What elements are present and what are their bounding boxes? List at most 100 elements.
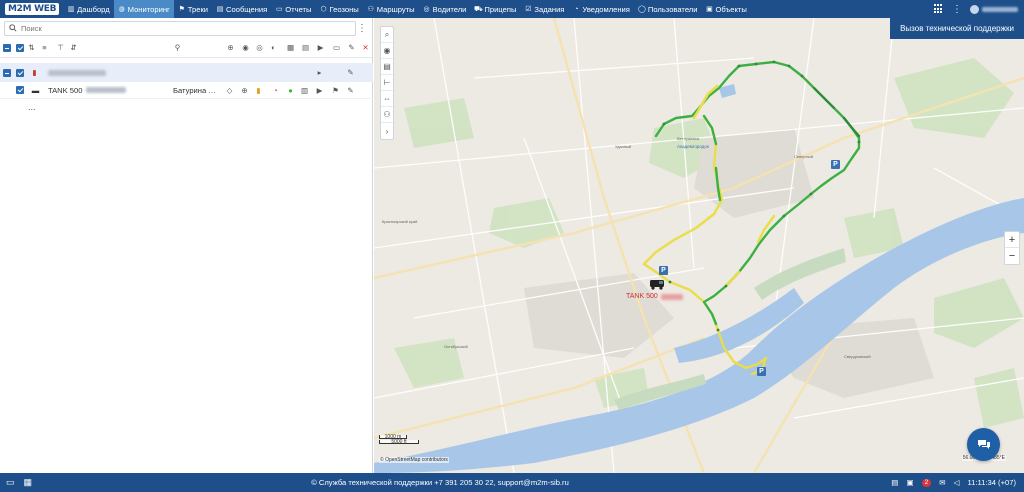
online-status-icon: ● [288, 85, 293, 95]
measure-icon[interactable]: ⇔ [381, 91, 393, 107]
support-contacts: © Служба технической поддержки +7 391 20… [311, 478, 569, 487]
search-box[interactable] [4, 20, 356, 36]
group-select-checkbox[interactable] [16, 68, 24, 77]
user-menu[interactable] [970, 0, 1024, 18]
zoom-out-button[interactable]: − [1005, 248, 1019, 264]
expand-chevron-icon[interactable]: › [381, 123, 393, 139]
search-input[interactable] [21, 23, 321, 33]
close-icon[interactable]: ✕ [361, 43, 370, 52]
tools-icon[interactable]: ✎ [347, 43, 356, 52]
parking-column-icon[interactable]: ▦ [286, 43, 295, 52]
sound-icon[interactable]: ◁ [954, 478, 960, 487]
ignition-icon[interactable]: ◐ [269, 43, 278, 52]
table-row[interactable]: ▬ TANK 500 Батурина … ◇ ⊕ ▮ ◔ ● ▥ ▶ ⚑ ✎ [0, 82, 373, 99]
nav-item-9[interactable]: ☑ Задания [520, 0, 568, 18]
nav-item-1[interactable]: ◍ Мониторинг [113, 0, 174, 18]
search-icon [9, 24, 17, 32]
map-search-icon[interactable]: ⌕ [381, 27, 393, 43]
command-column-icon[interactable]: ▭ [332, 43, 341, 52]
nav-item-8[interactable]: ⛟ Прицепы [470, 0, 520, 18]
nav-item-3[interactable]: ▤ Сообщения [212, 0, 271, 18]
group-play-icon[interactable]: ▸ [315, 68, 324, 77]
object-tools-icon[interactable]: ✎ [346, 86, 355, 95]
bus-icon: ▣ [706, 6, 713, 13]
signal-status-icon: ◔ [273, 85, 278, 95]
svg-text:Октябрьский: Октябрьский [444, 344, 468, 349]
svg-text:Свердловский: Свердловский [844, 354, 871, 359]
nav-item-2[interactable]: ⚑ Треки [174, 0, 212, 18]
tasks-icon: ☑ [525, 6, 532, 13]
nav-label: Прицепы [484, 4, 517, 14]
geofence-icon: ⬡ [320, 6, 327, 13]
map-scale: 1000 m 5000 ft [379, 435, 419, 445]
notifications-icon[interactable]: ▣ [906, 478, 913, 487]
ruler-icon[interactable]: ⊢ [381, 75, 393, 91]
nav-item-0[interactable]: ▥ Дашборд [63, 0, 114, 18]
vehicle-label[interactable]: TANK 500 [626, 293, 683, 300]
list-menu-icon[interactable]: ⋮ [356, 23, 368, 34]
svg-text:Академгородок: Академгородок [677, 144, 709, 149]
object-select-checkbox[interactable] [16, 86, 24, 94]
nav-item-6[interactable]: ⚇ Маршруты [363, 0, 419, 18]
map-attribution[interactable]: © OpenStreetMap contributors [379, 457, 449, 463]
parking-marker[interactable]: P [757, 367, 766, 376]
crosshair-icon[interactable]: ⊕ [226, 43, 235, 52]
sort-all-icon[interactable]: ⇵ [69, 43, 78, 52]
nav-label: Пользователи [647, 4, 698, 14]
video-icon[interactable]: ▶ [315, 86, 324, 95]
locate-diamond-icon[interactable]: ◇ [225, 86, 234, 95]
chat-button[interactable] [967, 428, 1000, 461]
nav-item-11[interactable]: ◯ Пользователи [634, 0, 702, 18]
sort-alpha-icon[interactable]: ⇅ [27, 43, 36, 52]
group-expand-checkbox[interactable] [3, 68, 11, 77]
follow-object-icon[interactable]: ⊕ [240, 86, 249, 95]
vehicle-label-id-redacted [660, 293, 683, 300]
follow-icon[interactable]: ◉ [241, 43, 250, 52]
car-icon: ▬ [31, 85, 40, 95]
support-tooltip[interactable]: Вызов технической поддержки [890, 18, 1024, 39]
map-layers-icon[interactable]: ▤ [381, 59, 393, 75]
select-all-checkbox[interactable] [16, 44, 24, 52]
group-tools-icon[interactable]: ✎ [346, 68, 355, 77]
sort-list-icon[interactable]: ≡ [40, 43, 49, 52]
route-tool-icon[interactable]: ⚇ [381, 107, 393, 123]
nav-label: Отчеты [285, 4, 312, 14]
send-command-icon[interactable]: ⚑ [331, 86, 340, 95]
map-view[interactable]: Ветлужанка Удачный Красноярский край Сверд… [374, 18, 1024, 473]
svg-text:Северный: Северный [794, 154, 813, 159]
signal-icon[interactable]: ◎ [255, 43, 264, 52]
zoom-in-button[interactable]: + [1005, 232, 1019, 248]
svg-text:Удачный: Удачный [615, 144, 631, 149]
flag-icon: ⚑ [178, 6, 185, 13]
vehicle-marker [650, 280, 664, 290]
collapse-all-checkbox[interactable] [3, 44, 11, 52]
nav-item-4[interactable]: ▭ Отчеты [271, 0, 315, 18]
more-vertical-icon[interactable]: ⋮ [952, 4, 962, 15]
layout-icon[interactable]: ▤ [891, 478, 898, 487]
sensors-icon[interactable]: ▥ [300, 86, 309, 95]
sensor-column-icon[interactable]: ▤ [301, 43, 310, 52]
apps-grid-icon[interactable] [934, 4, 944, 14]
group-icon: ▮ [32, 68, 37, 77]
object-group-row[interactable]: ▮ ▸ ✎ [0, 63, 373, 82]
nav-item-5[interactable]: ⬡ Геозоны [316, 0, 363, 18]
object-name: TANK 500 [48, 85, 83, 95]
parking-marker[interactable]: P [831, 160, 840, 169]
messages-icon: ▤ [216, 6, 224, 13]
battery-icon: ▮ [256, 85, 261, 95]
nav-label: Сообщения [226, 4, 268, 14]
parking-marker[interactable]: P [659, 266, 668, 275]
logo-text: M2M WEB [5, 3, 60, 15]
load-more[interactable]: ... [28, 102, 36, 112]
search-row: ⋮ [0, 18, 372, 38]
video-column-icon[interactable]: ▶ [316, 43, 325, 52]
logo[interactable]: M2M WEB [0, 0, 63, 18]
nav-item-7[interactable]: ◎ Водители [419, 0, 471, 18]
align-top-icon[interactable]: ⊤ [56, 43, 65, 52]
nav-item-10[interactable]: ◔ Уведомления [568, 0, 633, 18]
location-pin-icon[interactable]: ⚲ [173, 43, 182, 52]
messages-icon[interactable]: ✉ [939, 478, 945, 487]
vehicle-label-name: TANK 500 [626, 293, 658, 300]
eye-icon[interactable]: ◉ [381, 43, 393, 59]
nav-item-12[interactable]: ▣ Объекты [701, 0, 750, 18]
